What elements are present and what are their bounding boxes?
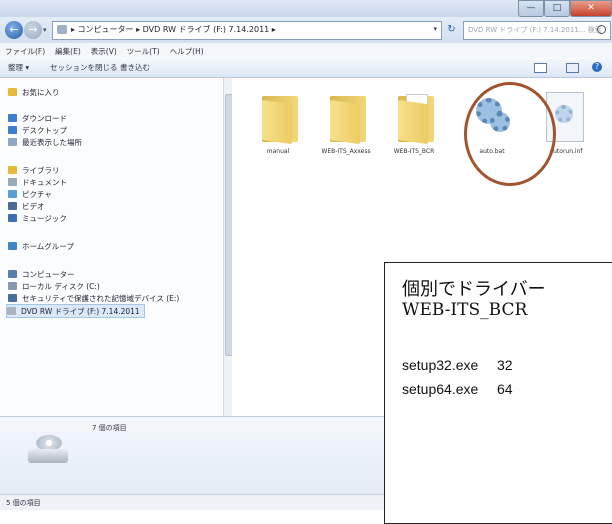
nav-item-recent[interactable]: 最近表示した場所 <box>8 136 82 148</box>
nav-item-videos[interactable]: ビデオ <box>8 200 45 212</box>
folder-front-shape <box>262 99 292 145</box>
command-bar: 整理 ▾ セッションを閉じる 書き込む ? <box>0 57 612 78</box>
nav-item-documents[interactable]: ドキュメント <box>8 176 67 188</box>
navigation-pane: お気に入り ダウンロード デスクトップ 最近表示した場所 ライブラリ ドキュメン… <box>0 78 222 416</box>
nav-item-downloads[interactable]: ダウンロード <box>8 112 67 124</box>
nav-item-label: ホームグループ <box>22 241 74 251</box>
search-placeholder: DVD RW ドライブ (F:) 7.14.2011... 検索 <box>468 26 602 34</box>
computer-icon <box>8 270 17 278</box>
status-text: 5 個の項目 <box>6 499 41 507</box>
hard-drive-icon <box>8 282 17 290</box>
forward-button[interactable]: → <box>24 21 42 39</box>
annotation-file: setup32.exe <box>402 357 479 373</box>
recent-places-icon <box>8 138 17 146</box>
nav-item-local-disk[interactable]: ローカル ディスク (C:) <box>8 280 100 292</box>
search-input[interactable]: DVD RW ドライブ (F:) 7.14.2011... 検索 <box>463 21 611 40</box>
minimize-button[interactable]: — <box>518 0 544 17</box>
gear-icon <box>555 105 573 123</box>
star-icon <box>8 88 17 96</box>
annotation-arch: 64 <box>497 381 513 397</box>
pictures-icon <box>8 190 17 198</box>
address-bar: ← → ▾ ▸ コンピューター ▸ DVD RW ドライブ (F:) 7.14.… <box>0 17 612 43</box>
folder-front-shape <box>398 99 428 145</box>
file-item[interactable]: WEB-ITS_Axxess <box>316 88 376 168</box>
organize-button[interactable]: 整理 ▾ <box>8 62 29 73</box>
menu-bar: ファイル(F) 編集(E) 表示(V) ツール(T) ヘルプ(H) <box>0 43 612 57</box>
folder-front-shape <box>330 99 360 145</box>
file-name: WEB-ITS_BCR <box>393 148 435 155</box>
address-input[interactable]: ▸ コンピューター ▸ DVD RW ドライブ (F:) 7.14.2011 ▸… <box>52 21 442 40</box>
nav-item-label: ライブラリ <box>22 165 60 175</box>
homegroup-icon <box>8 242 17 250</box>
annotation-arch: 32 <box>497 357 513 373</box>
music-icon <box>8 214 17 222</box>
nav-item-music[interactable]: ミュージック <box>8 212 67 224</box>
nav-item-label: 最近表示した場所 <box>22 137 82 147</box>
file-name: manual <box>266 148 290 155</box>
help-icon[interactable]: ? <box>592 62 602 72</box>
explorer-window: — □ ✕ ← → ▾ ▸ コンピューター ▸ DVD RW ドライブ (F:)… <box>0 0 612 524</box>
annotation-file: setup64.exe <box>402 381 479 397</box>
close-button[interactable]: ✕ <box>570 0 612 17</box>
dvd-drive-icon <box>7 307 16 315</box>
nav-item-dvd-drive[interactable]: DVD RW ドライブ (F:) 7.14.2011 <box>6 304 145 318</box>
menu-file[interactable]: ファイル(F) <box>0 43 50 57</box>
dvd-drive-icon <box>24 431 74 471</box>
menu-edit[interactable]: 編集(E) <box>50 43 86 57</box>
file-item[interactable]: WEB-ITS_BCR <box>384 88 444 168</box>
window-controls: — □ ✕ <box>518 0 612 17</box>
drive-body-shape <box>28 449 68 463</box>
address-path: ▸ コンピューター ▸ DVD RW ドライブ (F:) 7.14.2011 ▸ <box>71 25 276 34</box>
nav-item-desktop[interactable]: デスクトップ <box>8 124 67 136</box>
item-count: 7 個の項目 <box>92 424 127 432</box>
menu-view[interactable]: 表示(V) <box>86 43 122 57</box>
nav-item-label: ピクチャ <box>22 189 52 199</box>
download-icon <box>8 114 17 122</box>
change-view-icon[interactable] <box>534 63 547 73</box>
nav-item-label: ダウンロード <box>22 113 67 123</box>
highlight-circle <box>464 82 556 186</box>
nav-item-computer[interactable]: コンピューター <box>8 268 75 280</box>
annotation-row: setup64.exe 64 <box>402 381 513 397</box>
nav-item-label: ミュージック <box>22 213 67 223</box>
usb-drive-icon <box>8 294 17 302</box>
annotation-row: setup32.exe 32 <box>402 357 513 373</box>
chevron-down-icon[interactable]: ▾ <box>433 25 437 33</box>
nav-item-label: DVD RW ドライブ (F:) 7.14.2011 <box>21 306 140 316</box>
nav-item-favorites[interactable]: お気に入り <box>8 86 60 98</box>
back-button[interactable]: ← <box>5 21 23 39</box>
recent-pages-dropdown-icon[interactable]: ▾ <box>43 26 47 34</box>
nav-item-label: ビデオ <box>22 201 45 211</box>
search-icon[interactable] <box>597 25 606 34</box>
burn-button[interactable]: 書き込む <box>120 62 150 73</box>
nav-item-label: ローカル ディスク (C:) <box>22 281 100 291</box>
desktop-icon <box>8 126 17 134</box>
nav-item-label: コンピューター <box>22 269 75 279</box>
nav-item-label: デスクトップ <box>22 125 67 135</box>
nav-item-label: ドキュメント <box>22 177 67 187</box>
nav-pane-scrollbar[interactable] <box>223 78 233 416</box>
annotation-folder-name: WEB-ITS_BCR <box>402 300 528 320</box>
annotation-heading: 個別でドライバー <box>402 279 546 300</box>
library-icon <box>8 166 17 174</box>
close-session-button[interactable]: セッションを閉じる <box>50 62 118 73</box>
nav-item-homegroup[interactable]: ホームグループ <box>8 240 74 252</box>
file-name: WEB-ITS_Axxess <box>321 148 371 155</box>
drive-icon <box>57 25 67 34</box>
title-bar: — □ ✕ <box>0 0 612 17</box>
nav-item-label: お気に入り <box>22 87 60 97</box>
documents-icon <box>8 178 17 186</box>
nav-item-libraries[interactable]: ライブラリ <box>8 164 60 176</box>
menu-help[interactable]: ヘルプ(H) <box>165 43 209 57</box>
file-item[interactable]: manual <box>248 88 308 168</box>
nav-item-label: セキュリティで保護された記憶域デバイス (E:) <box>22 293 180 303</box>
video-icon <box>8 202 17 210</box>
annotation-box: 個別でドライバー WEB-ITS_BCR setup32.exe 32 setup… <box>384 262 612 524</box>
nav-item-secure-storage[interactable]: セキュリティで保護された記憶域デバイス (E:) <box>8 292 179 304</box>
preview-pane-icon[interactable] <box>566 63 579 73</box>
menu-tools[interactable]: ツール(T) <box>122 43 165 57</box>
nav-item-pictures[interactable]: ピクチャ <box>8 188 52 200</box>
maximize-button[interactable]: □ <box>544 0 570 17</box>
refresh-button[interactable]: ↻ <box>444 22 459 37</box>
